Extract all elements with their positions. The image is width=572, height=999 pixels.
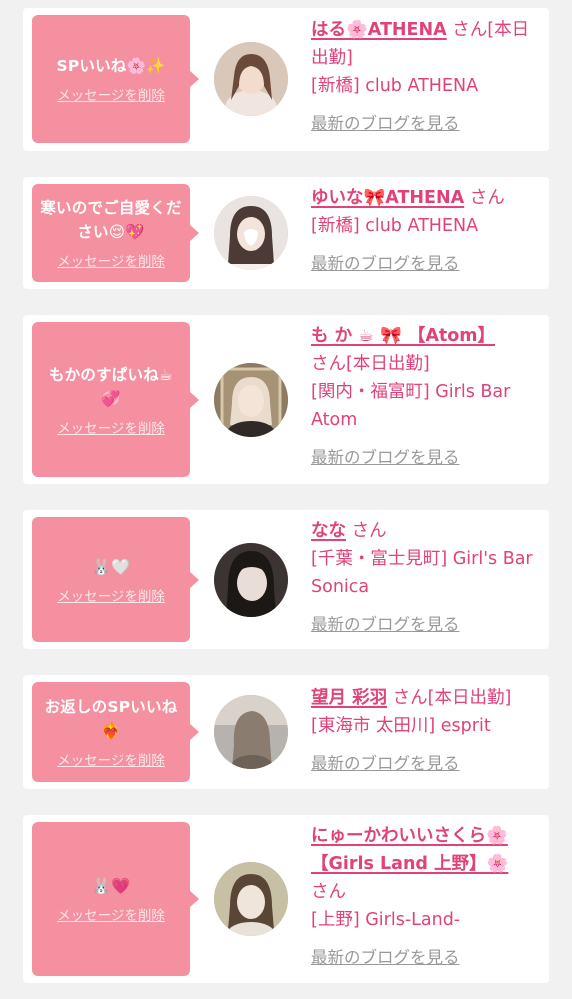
message-card: 🐰🤍 メッセージを削除 なな さん [千葉・富士見町] Girl's Bar S…: [23, 510, 549, 649]
avatar-photo-icon: [214, 363, 288, 437]
message-text: もかのすぱいね☕💞: [49, 365, 173, 408]
honorific: さん: [392, 688, 428, 708]
honorific: さん: [351, 521, 387, 541]
avatar[interactable]: [214, 196, 288, 270]
shop-name: [千葉・富士見町] Girl's Bar Sonica: [311, 549, 533, 597]
cast-name-link[interactable]: はる🌸ATHENA: [311, 20, 447, 40]
message-bubble: 寒いのでご自愛ください😌💖 メッセージを削除: [32, 184, 199, 282]
cast-info: なな さん [千葉・富士見町] Girl's Bar Sonica 最新のブログ…: [311, 517, 543, 639]
avatar-photo-icon: [214, 695, 288, 769]
latest-blog-link[interactable]: 最新のブログを見る: [311, 944, 460, 972]
honorific: さん: [469, 188, 505, 208]
avatar-photo-icon: [214, 862, 288, 936]
cast-name-link[interactable]: も か ☕ 🎀 【Atom】: [311, 326, 495, 346]
message-text: 寒いのでご自愛ください😌💖: [40, 199, 182, 241]
cast-info: 望月 彩羽 さん[本日出勤] [東海市 太田川] esprit 最新のブログを見…: [311, 684, 543, 778]
avatar-photo-icon: [214, 543, 288, 617]
cast-name-link[interactable]: 望月 彩羽: [311, 688, 387, 708]
message-bubble: 🐰🤍 メッセージを削除: [32, 517, 199, 642]
cast-info: にゅーかわいいさくら🌸【Girls Land 上野】🌸 さん [上野] Girl…: [311, 822, 543, 972]
message-bubble: もかのすぱいね☕💞 メッセージを削除: [32, 322, 199, 477]
message-text: SPいいね🌸✨: [56, 57, 166, 75]
delete-message-link[interactable]: メッセージを削除: [57, 904, 165, 924]
avatar[interactable]: [214, 543, 288, 617]
message-bubble: お返しのSPいいね❤️‍🔥 メッセージを削除: [32, 682, 199, 782]
delete-message-link[interactable]: メッセージを削除: [57, 84, 165, 104]
honorific: さん: [311, 882, 346, 902]
message-card: お返しのSPいいね❤️‍🔥 メッセージを削除 望月 彩羽 さん[本日出勤] [東…: [23, 675, 549, 789]
shop-name: [東海市 太田川] esprit: [311, 716, 491, 736]
message-card: 寒いのでご自愛ください😌💖 メッセージを削除 ゆいな🎀ATHENA さん [新橋…: [23, 177, 549, 289]
delete-message-link[interactable]: メッセージを削除: [57, 749, 165, 769]
delete-message-link[interactable]: メッセージを削除: [57, 417, 165, 437]
latest-blog-link[interactable]: 最新のブログを見る: [311, 110, 460, 138]
message-card: もかのすぱいね☕💞 メッセージを削除 も か ☕ 🎀 【Atom】 さん[本日出…: [23, 315, 549, 484]
latest-blog-link[interactable]: 最新のブログを見る: [311, 611, 460, 639]
message-text: 🐰🤍: [91, 557, 131, 576]
cast-name-link[interactable]: ゆいな🎀ATHENA: [311, 188, 464, 208]
message-bubble: 🐰💗 メッセージを削除: [32, 822, 199, 976]
cast-name-link[interactable]: にゅーかわいいさくら🌸【Girls Land 上野】🌸: [311, 826, 508, 874]
cast-name-link[interactable]: なな: [311, 521, 346, 541]
shop-name: [関内・福富町] Girls Bar Atom: [311, 382, 511, 430]
avatar-photo-icon: [214, 196, 288, 270]
avatar[interactable]: [214, 42, 288, 116]
cast-info: はる🌸ATHENA さん[本日出勤] [新橋] club ATHENA 最新のブ…: [311, 16, 543, 138]
delete-message-link[interactable]: メッセージを削除: [57, 585, 165, 605]
message-text: 🐰💗: [91, 877, 131, 895]
latest-blog-link[interactable]: 最新のブログを見る: [311, 750, 460, 778]
delete-message-link[interactable]: メッセージを削除: [57, 250, 165, 270]
shop-name: [上野] Girls-Land-: [311, 910, 461, 930]
latest-blog-link[interactable]: 最新のブログを見る: [311, 250, 460, 278]
message-text: お返しのSPいいね❤️‍🔥: [44, 698, 178, 740]
shop-name: [新橋] club ATHENA: [311, 216, 479, 236]
latest-blog-link[interactable]: 最新のブログを見る: [311, 444, 460, 472]
avatar-photo-icon: [214, 42, 288, 116]
cast-info: ゆいな🎀ATHENA さん [新橋] club ATHENA 最新のブログを見る: [311, 184, 543, 278]
avatar[interactable]: [214, 862, 288, 936]
honorific: さん: [452, 20, 488, 40]
avatar[interactable]: [214, 363, 288, 437]
avatar[interactable]: [214, 695, 288, 769]
shop-name: [新橋] club ATHENA: [311, 76, 479, 96]
message-card: 🐰💗 メッセージを削除 にゅーかわいいさくら🌸【Girls Land 上野】🌸 …: [23, 815, 549, 983]
message-bubble: SPいいね🌸✨ メッセージを削除: [32, 15, 199, 143]
status-badge: [本日出勤]: [427, 688, 512, 708]
status-badge: [本日出勤]: [346, 354, 430, 374]
message-card: SPいいね🌸✨ メッセージを削除 はる🌸ATHENA さん[本日出勤] [新橋]…: [23, 8, 549, 151]
honorific: さん: [311, 354, 346, 374]
cast-info: も か ☕ 🎀 【Atom】 さん[本日出勤] [関内・福富町] Girls B…: [311, 322, 543, 472]
